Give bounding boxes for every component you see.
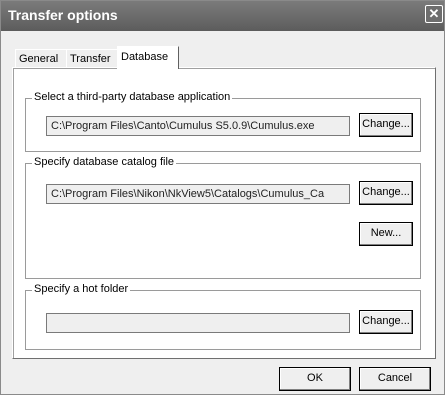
close-button[interactable]: ✕: [425, 5, 443, 23]
database-application-label: Select a third-party database applicatio…: [32, 91, 233, 103]
cancel-button[interactable]: Cancel: [359, 367, 431, 391]
ok-button[interactable]: OK: [279, 367, 351, 391]
database-application-group: Select a third-party database applicatio…: [25, 91, 421, 152]
new-catalog-button[interactable]: New...: [359, 222, 413, 246]
tab-transfer[interactable]: Transfer: [66, 49, 120, 68]
change-hot-folder-button[interactable]: Change...: [359, 310, 413, 334]
catalog-file-group: Specify database catalog file C:\Program…: [25, 156, 421, 279]
transfer-options-window: Transfer options ✕ General Transfer Data…: [0, 0, 445, 395]
tab-database[interactable]: Database: [117, 46, 179, 69]
close-icon: ✕: [428, 6, 440, 21]
change-catalog-button[interactable]: Change...: [359, 181, 413, 205]
catalog-file-label: Specify database catalog file: [32, 156, 177, 168]
hot-folder-label: Specify a hot folder: [32, 283, 131, 295]
dialog-footer: OK Cancel: [1, 359, 444, 394]
dialog-body: General Transfer Database Select a third…: [1, 31, 444, 394]
database-application-path-field[interactable]: C:\Program Files\Canto\Cumulus S5.0.9\Cu…: [46, 116, 350, 136]
hot-folder-path-field[interactable]: [46, 313, 350, 333]
hot-folder-group: Specify a hot folder Change...: [25, 283, 421, 350]
title-bar: Transfer options ✕: [1, 1, 444, 31]
change-application-button[interactable]: Change...: [359, 113, 413, 137]
tab-general[interactable]: General: [15, 49, 69, 68]
catalog-file-path-field[interactable]: C:\Program Files\Nikon\NkView5\Catalogs\…: [46, 184, 350, 204]
window-title: Transfer options: [8, 7, 118, 23]
database-tab-panel: Select a third-party database applicatio…: [12, 67, 436, 359]
